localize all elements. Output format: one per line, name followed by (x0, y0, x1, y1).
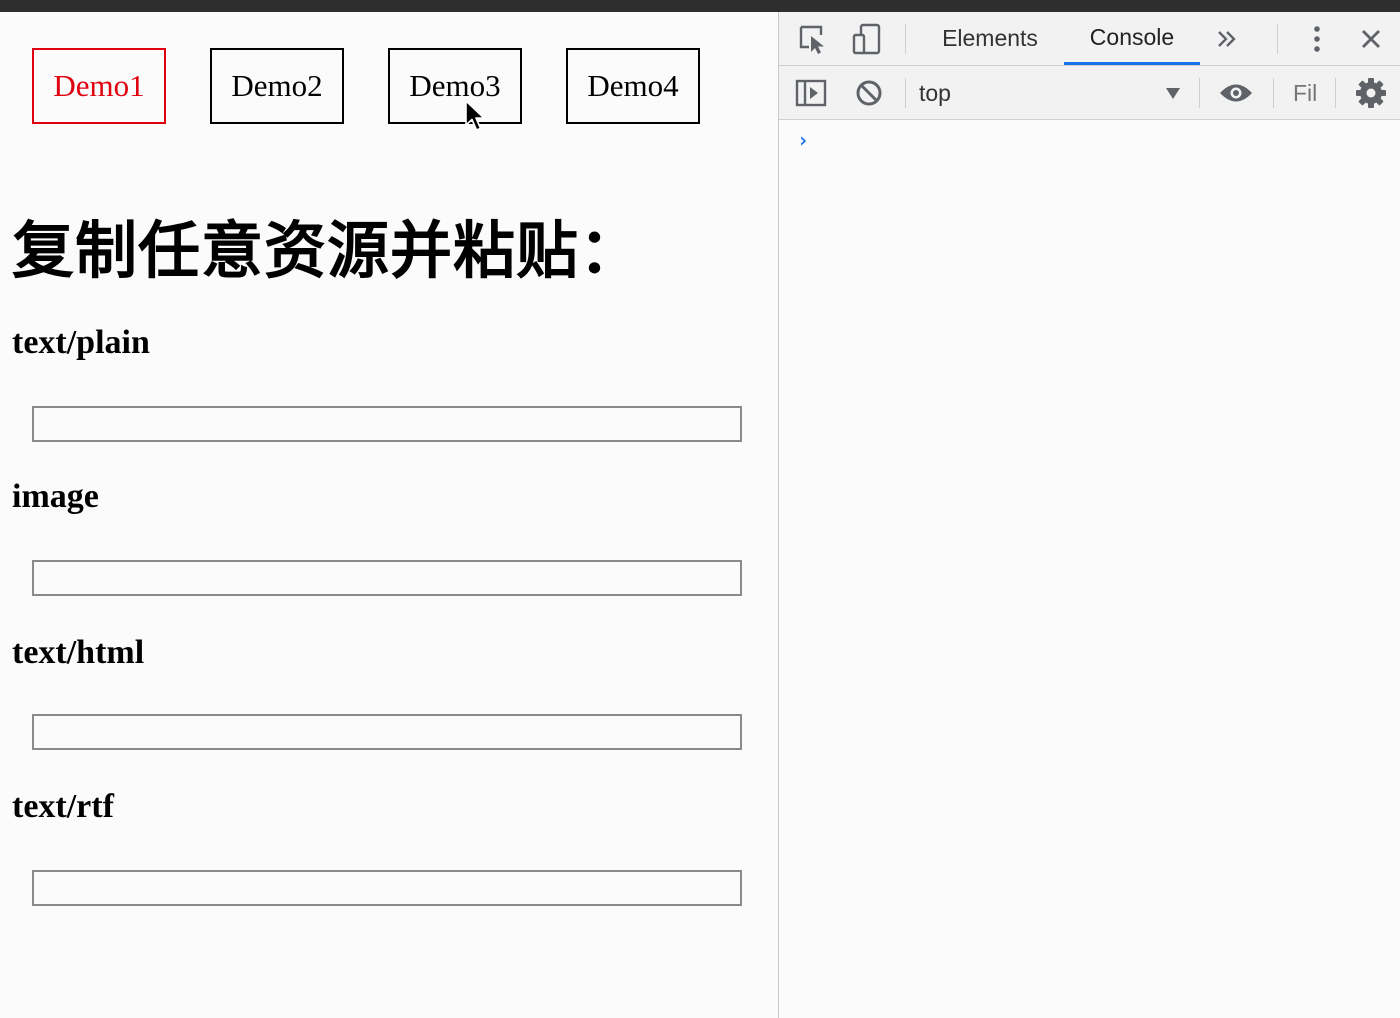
kebab-menu-icon[interactable] (1299, 22, 1335, 56)
page-heading: 复制任意资源并粘贴： (12, 214, 643, 287)
show-console-sidebar-icon[interactable] (793, 76, 829, 110)
section-label-text-rtf: text/rtf (12, 788, 114, 825)
toolbar-separator (1277, 24, 1278, 54)
text-plain-paste-field[interactable] (32, 406, 742, 442)
clear-console-icon[interactable] (851, 76, 887, 110)
dropdown-triangle-icon[interactable] (1163, 84, 1183, 102)
text-html-paste-field[interactable] (32, 714, 742, 750)
demo2-button[interactable]: Demo2 (210, 48, 344, 124)
image-paste-field[interactable] (32, 560, 742, 596)
tab-console[interactable]: Console (1064, 12, 1200, 65)
tab-elements[interactable]: Elements (927, 12, 1053, 65)
section-label-text-html: text/html (12, 634, 145, 671)
context-selector[interactable]: top (919, 76, 1187, 110)
toolbar-separator (1273, 78, 1274, 108)
web-page: Demo1 Demo2 Demo3 Demo4 复制任意资源并粘贴： text/… (0, 12, 778, 1018)
demo3-button[interactable]: Demo3 (388, 48, 522, 124)
inspect-element-icon[interactable] (795, 22, 831, 56)
gear-icon[interactable] (1353, 76, 1389, 110)
live-expression-eye-icon[interactable] (1215, 76, 1257, 110)
section-label-text-plain: text/plain (12, 324, 150, 361)
chevron-double-right-icon[interactable] (1209, 24, 1245, 54)
console-toolbar: top (779, 66, 1400, 120)
devtools-tab-bar: Elements Console (779, 12, 1400, 66)
text-rtf-paste-field[interactable] (32, 870, 742, 906)
context-value: top (919, 79, 951, 106)
section-label-image: image (12, 478, 99, 515)
demo1-button[interactable]: Demo1 (32, 48, 166, 124)
toolbar-separator (905, 78, 906, 108)
close-icon[interactable] (1353, 22, 1389, 56)
devtools-panel: Elements Console top Fil › (779, 12, 1400, 1018)
browser-top-bar (0, 0, 1400, 12)
device-toolbar-icon[interactable] (849, 22, 885, 56)
toolbar-separator (1199, 78, 1200, 108)
toolbar-separator (905, 24, 906, 54)
toolbar-separator (1335, 78, 1336, 108)
console-prompt-icon[interactable]: › (797, 128, 809, 152)
console-filter-input[interactable] (1289, 76, 1341, 110)
demo4-button[interactable]: Demo4 (566, 48, 700, 124)
